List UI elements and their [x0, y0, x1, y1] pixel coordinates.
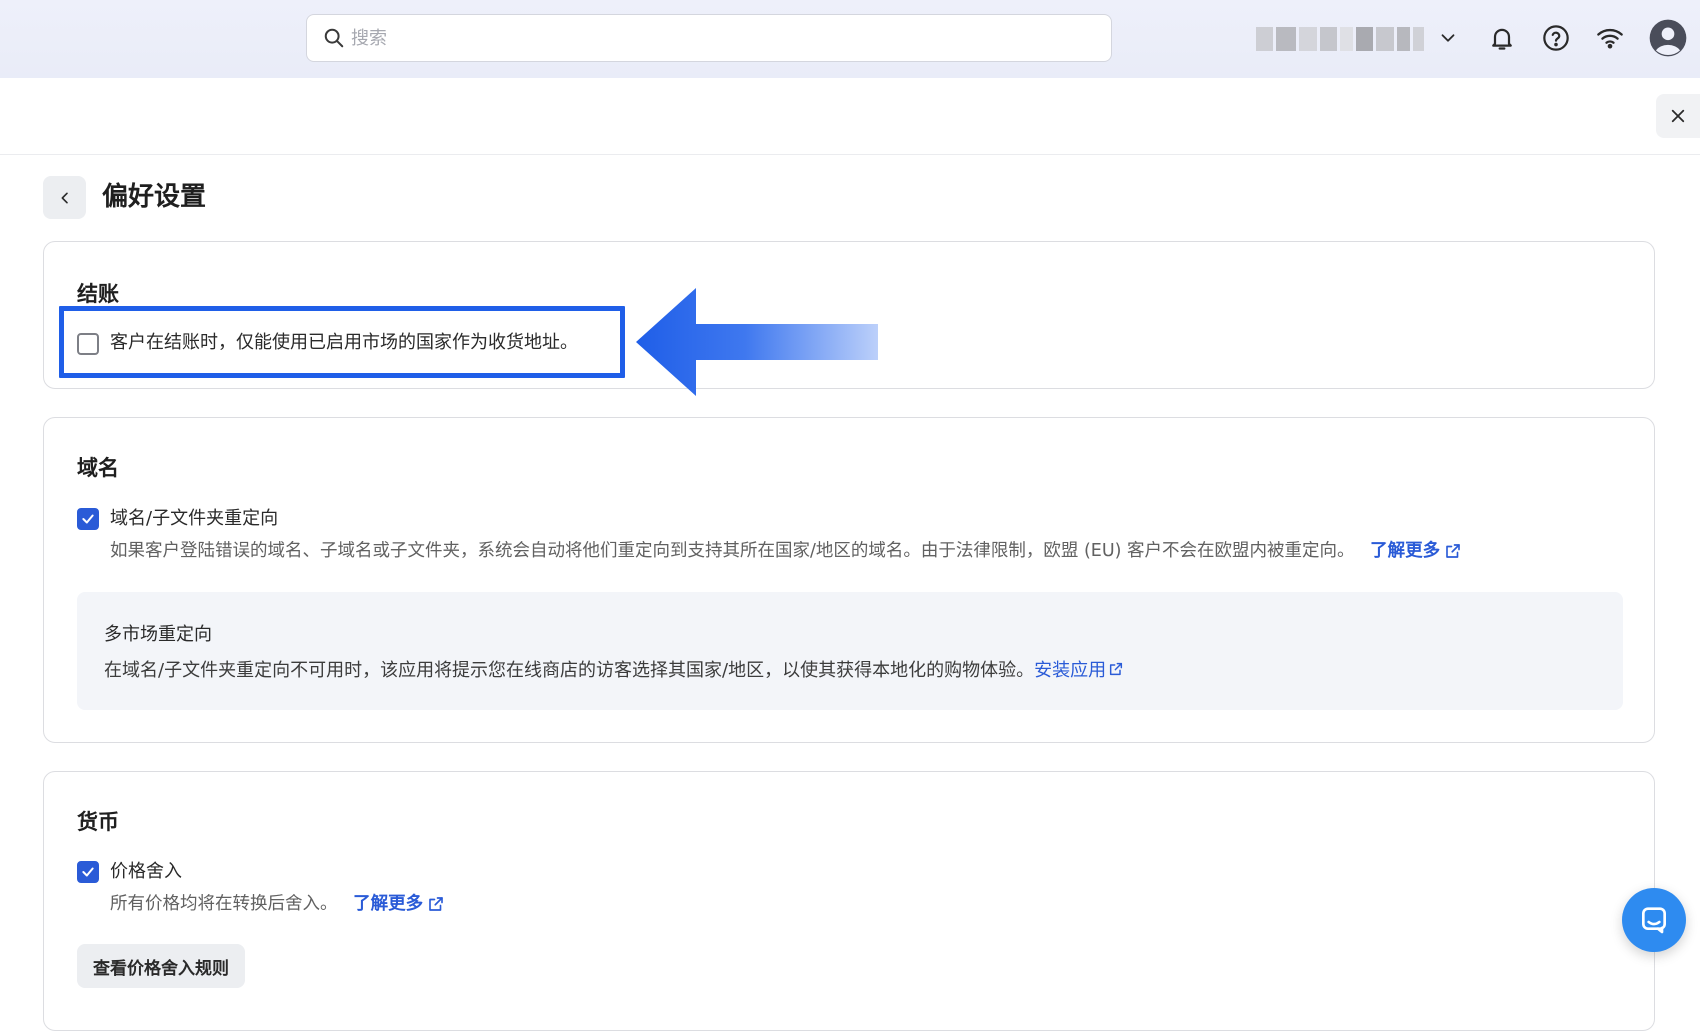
blur-block [1355, 27, 1373, 51]
price-rounding-desc: 所有价格均将在转换后舍入。 了解更多 [110, 892, 445, 916]
highlight-box [59, 306, 625, 378]
notifications-button[interactable] [1484, 20, 1520, 56]
blur-block [1397, 27, 1410, 51]
page-title: 偏好设置 [102, 182, 207, 212]
external-link-icon [1110, 662, 1123, 676]
account-button[interactable] [1646, 16, 1690, 60]
modal-header [0, 78, 1700, 155]
learn-more-text: 了解更多 [353, 894, 424, 914]
store-switcher-button[interactable] [1430, 20, 1466, 56]
domain-redirect-checkbox[interactable] [77, 508, 99, 530]
close-button[interactable] [1656, 94, 1700, 138]
help-button[interactable] [1538, 20, 1574, 56]
multi-market-redirect-panel: 多市场重定向 在域名/子文件夹重定向不可用时，该应用将提示您在线商店的访客选择其… [77, 592, 1623, 710]
external-link-icon [1446, 544, 1460, 558]
learn-more-text: 了解更多 [1370, 541, 1441, 561]
bell-icon [1492, 28, 1512, 50]
multi-market-title: 多市场重定向 [104, 624, 212, 645]
chat-icon [1642, 907, 1666, 934]
multi-market-desc-text: 在域名/子文件夹重定向不可用时，该应用将提示您在线商店的访客选择其国家/地区，以… [104, 660, 1035, 681]
domain-redirect-desc-text: 如果客户登陆错误的域名、子域名或子文件夹，系统会自动将他们重定向到支持其所在国家… [110, 541, 1355, 561]
blur-block [1412, 27, 1424, 51]
price-rounding-desc-text: 所有价格均将在转换后舍入。 [110, 894, 338, 914]
learn-more-link[interactable]: 了解更多 [1370, 539, 1462, 563]
multi-market-desc: 在域名/子文件夹重定向不可用时，该应用将提示您在线商店的访客选择其国家/地区，以… [104, 656, 1124, 682]
checkout-title: 结账 [77, 282, 119, 306]
currency-title: 货币 [77, 810, 119, 834]
top-bar [0, 0, 1700, 78]
blur-block [1375, 27, 1394, 51]
store-name-blurred[interactable] [1256, 27, 1424, 51]
view-rounding-rules-button[interactable]: 查看价格舍入规则 [77, 944, 245, 988]
domain-redirect-desc: 如果客户登陆错误的域名、子域名或子文件夹，系统会自动将他们重定向到支持其所在国家… [110, 539, 1462, 563]
avatar-icon [1649, 19, 1687, 57]
chevron-left-icon [61, 192, 68, 203]
help-icon [1543, 25, 1569, 51]
price-rounding-label: 价格舍入 [110, 861, 182, 882]
wifi-icon [1597, 28, 1623, 49]
install-app-text: 安装应用 [1034, 660, 1107, 681]
blur-block [1320, 27, 1337, 51]
back-button[interactable] [43, 176, 86, 219]
chevron-down-icon [1441, 34, 1455, 42]
domain-title: 域名 [77, 456, 119, 480]
blur-block [1340, 27, 1353, 51]
currency-card: 货币 价格舍入 所有价格均将在转换后舍入。 了解更多 查看价格舍入规则 [43, 771, 1655, 1031]
install-app-link[interactable]: 安装应用 [1034, 656, 1124, 682]
learn-more-link[interactable]: 了解更多 [353, 892, 445, 916]
price-rounding-checkbox[interactable] [77, 861, 99, 883]
search-icon [324, 28, 344, 48]
close-icon [1671, 109, 1685, 123]
blur-block [1256, 27, 1273, 51]
checkmark-icon [82, 867, 94, 877]
search-bar[interactable] [306, 14, 1112, 62]
blur-block [1275, 27, 1296, 51]
domain-redirect-label: 域名/子文件夹重定向 [110, 508, 279, 529]
network-status-button[interactable] [1592, 20, 1628, 56]
checkmark-icon [82, 514, 94, 524]
external-link-icon [429, 897, 443, 911]
domain-card: 域名 域名/子文件夹重定向 如果客户登陆错误的域名、子域名或子文件夹，系统会自动… [43, 417, 1655, 743]
blur-block [1298, 27, 1318, 51]
arrow-left-icon [636, 288, 878, 396]
chat-launcher-button[interactable] [1622, 888, 1686, 952]
search-input[interactable] [351, 27, 1091, 49]
